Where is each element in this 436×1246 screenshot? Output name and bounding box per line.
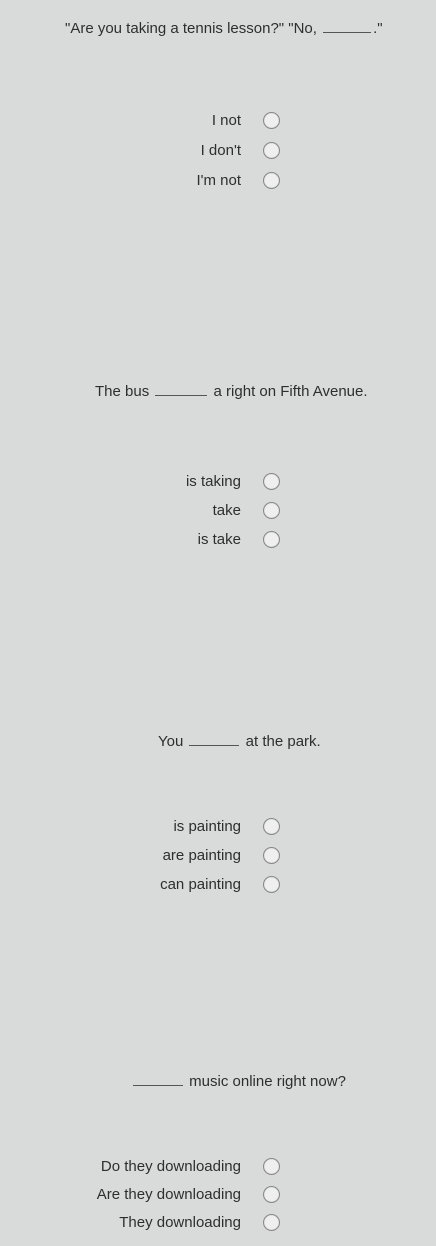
option-label: I don't xyxy=(200,142,241,159)
question-3-text-before: You xyxy=(158,733,184,750)
question-1-text-before: "Are you taking a tennis lesson?" "No, xyxy=(65,20,317,37)
radio-button[interactable] xyxy=(263,818,280,835)
option-they-downloading[interactable]: They downloading xyxy=(119,1214,280,1231)
radio-button[interactable] xyxy=(263,1186,280,1203)
option-label: can painting xyxy=(160,876,241,893)
option-do-they-downloading[interactable]: Do they downloading xyxy=(101,1158,280,1175)
radio-button[interactable] xyxy=(263,1158,280,1175)
option-are-painting[interactable]: are painting xyxy=(163,847,280,864)
option-i-dont[interactable]: I don't xyxy=(201,142,280,159)
question-4-prompt: music online right now? xyxy=(131,1073,346,1090)
question-1-text-after: ." xyxy=(373,20,383,37)
option-label: Do they downloading xyxy=(100,1158,241,1175)
radio-button[interactable] xyxy=(263,172,280,189)
question-4-text-after: music online right now? xyxy=(189,1073,346,1090)
option-take[interactable]: take xyxy=(213,502,280,519)
radio-button[interactable] xyxy=(263,112,280,129)
option-label: Are they downloading xyxy=(96,1186,241,1203)
option-label: I'm not xyxy=(196,172,241,189)
option-label: take xyxy=(212,502,241,519)
question-2-text-after: a right on Fifth Avenue. xyxy=(213,383,368,400)
question-4-blank xyxy=(133,1075,183,1086)
option-im-not[interactable]: I'm not xyxy=(196,172,280,189)
radio-button[interactable] xyxy=(263,847,280,864)
option-is-take[interactable]: is take xyxy=(198,531,280,548)
question-2-blank xyxy=(155,385,208,396)
option-label: is painting xyxy=(173,818,241,835)
radio-button[interactable] xyxy=(263,876,280,893)
question-3-blank xyxy=(189,735,240,746)
question-1-blank xyxy=(323,22,372,33)
option-label: They downloading xyxy=(119,1214,241,1231)
option-label: is take xyxy=(197,531,241,548)
question-3-prompt: You at the park. xyxy=(158,733,321,750)
option-can-painting[interactable]: can painting xyxy=(160,876,280,893)
option-label: is taking xyxy=(185,473,241,490)
option-are-they-downloading[interactable]: Are they downloading xyxy=(97,1186,280,1203)
option-is-taking[interactable]: is taking xyxy=(186,473,280,490)
option-label: are painting xyxy=(162,847,241,864)
radio-button[interactable] xyxy=(263,531,280,548)
option-label: I not xyxy=(211,112,241,129)
option-is-painting[interactable]: is painting xyxy=(173,818,280,835)
question-1-prompt: "Are you taking a tennis lesson?" "No, .… xyxy=(65,20,383,37)
radio-button[interactable] xyxy=(263,473,280,490)
radio-button[interactable] xyxy=(263,142,280,159)
question-2-prompt: The bus a right on Fifth Avenue. xyxy=(95,383,368,400)
option-i-not[interactable]: I not xyxy=(212,112,280,129)
radio-button[interactable] xyxy=(263,502,280,519)
question-3-text-after: at the park. xyxy=(245,733,321,750)
question-2-text-before: The bus xyxy=(95,383,150,400)
radio-button[interactable] xyxy=(263,1214,280,1231)
